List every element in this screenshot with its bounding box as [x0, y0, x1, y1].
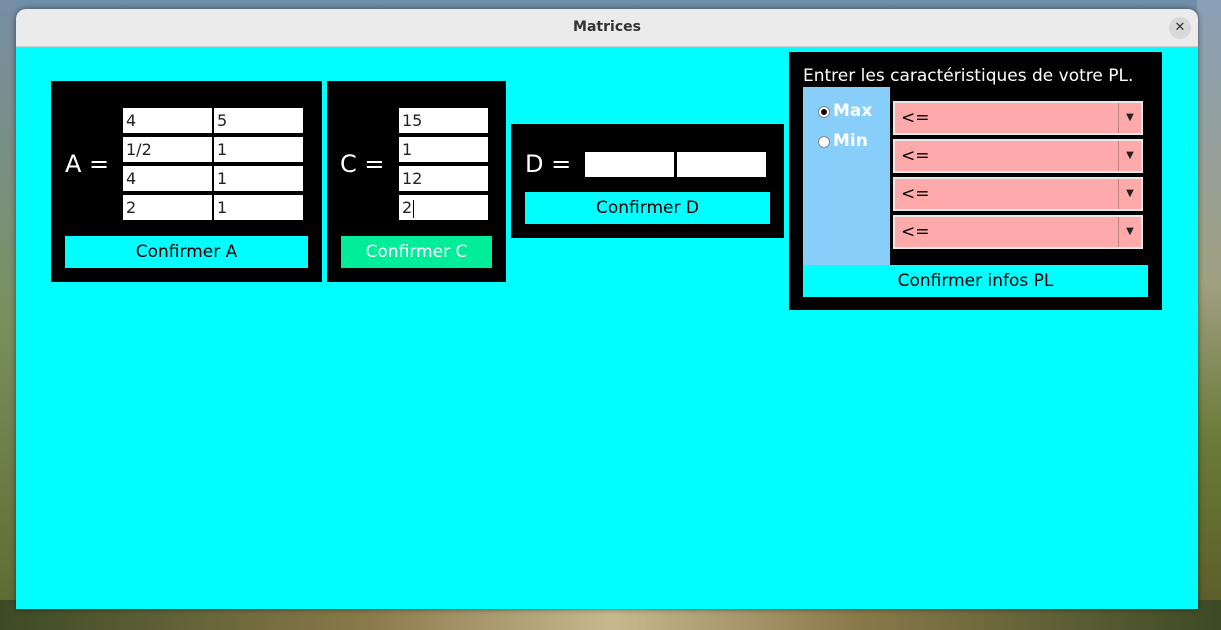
confirm-d-button[interactable]: Confirmer D [525, 192, 770, 224]
matrix-a-label: A = [65, 150, 110, 178]
matrix-a-cell[interactable]: 1/2 [123, 137, 212, 162]
close-icon: ✕ [1174, 20, 1186, 35]
desktop-background-right [1197, 0, 1221, 630]
matrices-window: Matrices ✕ A = 4 5 1/2 1 4 1 2 1 Confirm… [16, 9, 1198, 609]
constraint-select[interactable]: <= ▼ [893, 177, 1143, 211]
chevron-down-icon: ▼ [1118, 217, 1141, 247]
chevron-down-icon: ▼ [1118, 141, 1141, 171]
chevron-down-icon: ▼ [1118, 179, 1141, 209]
pl-title: Entrer les caractéristiques de votre PL. [803, 66, 1134, 86]
matrix-a-cell[interactable]: 1 [214, 195, 303, 220]
matrix-c-cell-value: 2 [402, 198, 413, 217]
matrix-a-cell[interactable]: 4 [123, 166, 212, 191]
matrix-c-cell[interactable]: 1 [399, 137, 488, 162]
matrix-c-cell-focused[interactable]: 2 [399, 195, 488, 220]
constraint-select[interactable]: <= ▼ [893, 215, 1143, 249]
constraint-select[interactable]: <= ▼ [893, 139, 1143, 173]
matrix-d-cell[interactable] [585, 152, 674, 177]
pl-panel: Entrer les caractéristiques de votre PL.… [789, 52, 1162, 310]
matrix-d-label: D = [525, 150, 572, 178]
matrix-c-panel: C = 15 1 12 2 Confirmer C [327, 81, 506, 282]
main-content: A = 4 5 1/2 1 4 1 2 1 Confirmer A C = 15… [16, 47, 1198, 609]
matrix-d-panel: D = Confirmer D [511, 124, 784, 238]
radio-min-label: Min [833, 131, 868, 151]
matrix-c-cell[interactable]: 12 [399, 166, 488, 191]
radio-max-label: Max [833, 101, 873, 121]
constraint-select[interactable]: <= ▼ [893, 101, 1143, 135]
objective-radio-group: Max Min [803, 87, 890, 265]
window-title: Matrices [573, 19, 641, 35]
text-caret [413, 199, 415, 218]
matrix-c-cell[interactable]: 15 [399, 108, 488, 133]
constraint-select-value: <= [901, 108, 930, 128]
radio-max-indicator [818, 106, 830, 118]
confirm-a-button[interactable]: Confirmer A [65, 236, 308, 268]
chevron-down-icon: ▼ [1118, 103, 1141, 133]
matrix-a-cell[interactable]: 2 [123, 195, 212, 220]
matrix-a-cell[interactable]: 1 [214, 137, 303, 162]
matrix-a-cell[interactable]: 5 [214, 108, 303, 133]
radio-min[interactable]: Min [818, 131, 888, 153]
constraint-select-value: <= [901, 146, 930, 166]
radio-min-indicator [818, 136, 830, 148]
confirm-pl-button[interactable]: Confirmer infos PL [803, 265, 1148, 297]
close-button[interactable]: ✕ [1169, 17, 1191, 39]
matrix-a-cell[interactable]: 4 [123, 108, 212, 133]
matrix-c-label: C = [340, 150, 385, 178]
constraint-select-value: <= [901, 222, 930, 242]
matrix-d-cell[interactable] [677, 152, 766, 177]
title-bar[interactable]: Matrices ✕ [16, 9, 1198, 47]
matrix-a-panel: A = 4 5 1/2 1 4 1 2 1 Confirmer A [51, 81, 322, 282]
desktop-background-left [0, 0, 16, 630]
matrix-a-cell[interactable]: 1 [214, 166, 303, 191]
constraint-select-value: <= [901, 184, 930, 204]
confirm-c-button[interactable]: Confirmer C [341, 236, 492, 268]
radio-max[interactable]: Max [818, 101, 888, 123]
